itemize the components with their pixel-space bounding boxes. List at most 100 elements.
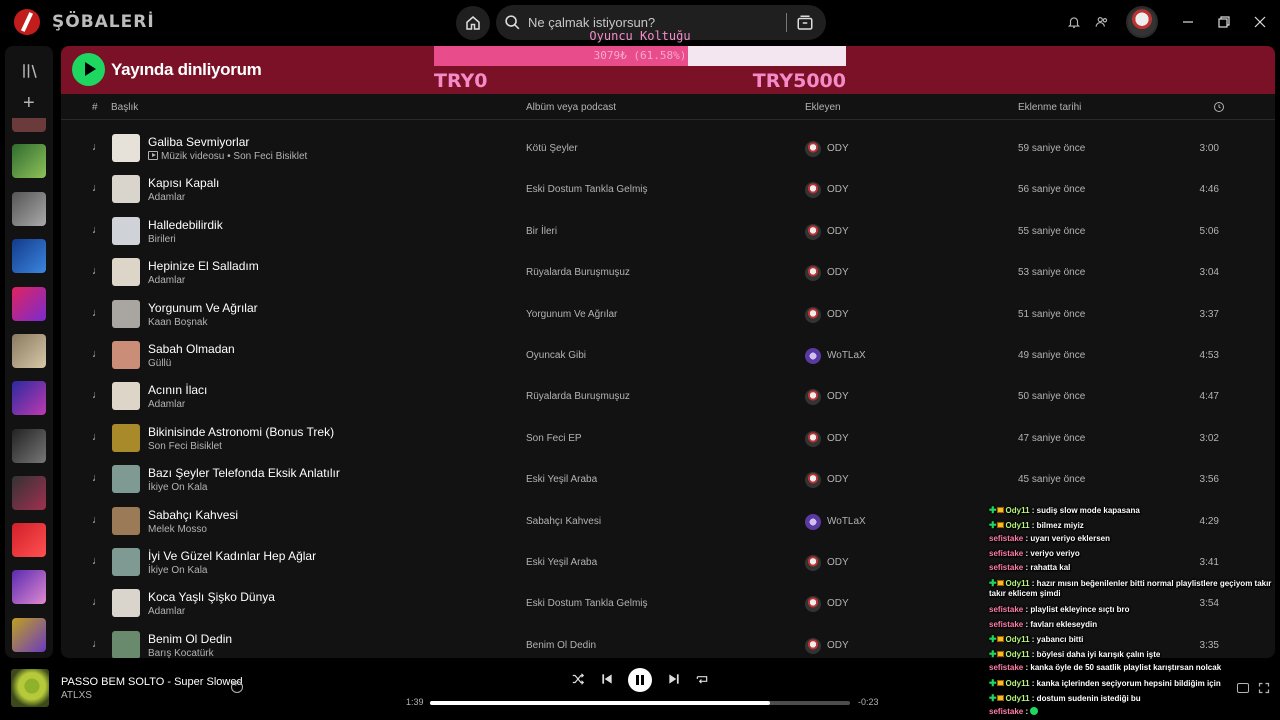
track-artist[interactable]: Birileri	[148, 234, 176, 245]
track-added-by[interactable]: ODY	[827, 557, 849, 568]
track-album[interactable]: Kötü Şeyler	[526, 143, 578, 154]
sidebar-playlist[interactable]	[12, 618, 46, 652]
track-album[interactable]: Benim Ol Dedin	[526, 640, 596, 651]
track-added-by[interactable]: ODY	[827, 391, 849, 402]
sidebar-playlist[interactable]	[12, 570, 46, 604]
track-album[interactable]: Sabahçı Kahvesi	[526, 516, 601, 527]
track-title[interactable]: Galiba Sevmiyorlar	[148, 135, 249, 149]
sidebar-playlist[interactable]	[12, 144, 46, 178]
sidebar-playlist[interactable]	[12, 476, 46, 510]
track-album[interactable]: Eski Dostum Tankla Gelmiş	[526, 598, 648, 609]
track-cover[interactable]	[112, 506, 140, 535]
track-album[interactable]: Yorgunum Ve Ağrılar	[526, 309, 617, 320]
now-playing-cover[interactable]	[11, 669, 49, 707]
track-album[interactable]: Son Feci EP	[526, 433, 582, 444]
track-cover[interactable]	[112, 175, 140, 204]
previous-icon[interactable]	[600, 672, 614, 686]
track-added-by[interactable]: ODY	[827, 474, 849, 485]
col-album[interactable]: Albüm veya podcast	[526, 102, 616, 113]
track-title[interactable]: Kapısı Kapalı	[148, 176, 219, 190]
track-artist[interactable]: Kaan Boşnak	[148, 317, 208, 328]
track-cover[interactable]	[112, 465, 140, 494]
track-artist-name[interactable]: Barış Kocatürk	[148, 648, 214, 658]
track-album[interactable]: Eski Yeşil Araba	[526, 474, 597, 485]
table-row[interactable]: ♩ Halledebilirdik Birileri Bir İleri ODY 55 s…	[61, 211, 1275, 252]
sidebar-playlist[interactable]	[12, 429, 46, 463]
close-icon[interactable]	[1253, 15, 1267, 29]
next-icon[interactable]	[667, 672, 681, 686]
track-cover[interactable]	[112, 548, 140, 576]
track-added-by[interactable]: ODY	[827, 226, 849, 237]
table-row[interactable]: ♩ Kapısı Kapalı Adamlar Eski Dostum Tankla …	[61, 169, 1275, 210]
track-cover[interactable]	[112, 134, 140, 162]
track-artist-name[interactable]: İkiye On Kala	[148, 565, 207, 576]
track-artist[interactable]: Barış Kocatürk	[148, 648, 214, 658]
table-row[interactable]: ♩ Sabah Olmadan Güllü Oyuncak Gibi WoTLaX 49 …	[61, 335, 1275, 376]
track-album[interactable]: Rüyalarda Buruşmuşuz	[526, 267, 630, 278]
col-added-at[interactable]: Eklenme tarihi	[1018, 102, 1081, 113]
track-album[interactable]: Eski Dostum Tankla Gelmiş	[526, 184, 648, 195]
friends-icon[interactable]	[1095, 15, 1109, 29]
sidebar-playlist[interactable]	[12, 334, 46, 368]
now-playing-artist[interactable]: ATLXS	[61, 690, 92, 701]
track-cover[interactable]	[112, 423, 140, 452]
minimize-icon[interactable]	[1181, 15, 1195, 29]
sidebar-playlist[interactable]	[12, 239, 46, 273]
track-title[interactable]: Benim Ol Dedin	[148, 632, 232, 646]
track-cover[interactable]	[112, 299, 140, 328]
track-title[interactable]: Acının İlacı	[148, 383, 207, 397]
track-artist-name[interactable]: Kaan Boşnak	[148, 317, 208, 328]
restore-icon[interactable]	[1217, 15, 1231, 29]
shuffle-icon[interactable]	[571, 672, 585, 686]
now-playing-title[interactable]: PASSO BEM SOLTO - Super Slowed	[61, 676, 243, 688]
track-artist[interactable]: Melek Mosso	[148, 524, 207, 535]
track-cover[interactable]	[112, 216, 140, 245]
track-title[interactable]: Sabahçı Kahvesi	[148, 508, 238, 522]
pause-button[interactable]	[628, 668, 652, 692]
track-title[interactable]: İyi Ve Güzel Kadınlar Hep Ağlar	[148, 549, 316, 563]
track-artist[interactable]: Güllü	[148, 358, 171, 369]
table-row[interactable]: ♩ Bazı Şeyler Telefonda Eksik Anlatılır İk…	[61, 459, 1275, 500]
track-added-by[interactable]: ODY	[827, 267, 849, 278]
track-added-by[interactable]: ODY	[827, 640, 849, 651]
track-added-by[interactable]: WoTLaX	[827, 516, 866, 527]
track-artist-name[interactable]: Melek Mosso	[148, 524, 207, 535]
track-cover[interactable]	[112, 630, 140, 658]
track-artist[interactable]: Adamlar	[148, 606, 185, 617]
track-added-by[interactable]: ODY	[827, 184, 849, 195]
create-playlist-icon[interactable]: +	[23, 93, 35, 113]
track-cover[interactable]	[112, 341, 140, 369]
table-row[interactable]: ♩ Galiba Sevmiyorlar Müzik videosu • Son F…	[61, 128, 1275, 169]
track-title[interactable]: Hepinize El Salladım	[148, 259, 259, 273]
track-artist[interactable]: İkiye On Kala	[148, 482, 207, 493]
track-artist[interactable]: Adamlar	[148, 192, 185, 203]
table-row[interactable]: ♩ Bikinisinde Astronomi (Bonus Trek) Son F…	[61, 418, 1275, 459]
table-row[interactable]: ♩ Hepinize El Salladım Adamlar Rüyalarda Bu…	[61, 252, 1275, 293]
sidebar-playlist[interactable]	[12, 118, 46, 132]
track-artist-name[interactable]: Güllü	[148, 358, 171, 369]
track-added-by[interactable]: WoTLaX	[827, 350, 866, 361]
track-added-by[interactable]: ODY	[827, 143, 849, 154]
table-row[interactable]: ♩ Yorgunum Ve Ağrılar Kaan Boşnak Yorgunum …	[61, 294, 1275, 335]
track-artist-name[interactable]: Son Feci Bisiklet	[148, 441, 222, 452]
sidebar-playlist[interactable]	[12, 287, 46, 321]
sidebar-playlist[interactable]	[12, 192, 46, 226]
track-cover[interactable]	[112, 258, 140, 287]
track-added-by[interactable]: ODY	[827, 433, 849, 444]
track-album[interactable]: Bir İleri	[526, 226, 557, 237]
track-title[interactable]: Bazı Şeyler Telefonda Eksik Anlatılır	[148, 466, 340, 480]
track-artist[interactable]: İkiye On Kala	[148, 565, 207, 576]
track-cover[interactable]	[112, 382, 140, 411]
track-artist-name[interactable]: Adamlar	[148, 606, 185, 617]
track-title[interactable]: Sabah Olmadan	[148, 342, 235, 356]
user-avatar[interactable]	[1126, 6, 1158, 38]
track-artist-name[interactable]: Adamlar	[148, 192, 185, 203]
playback-progress-bar[interactable]	[430, 701, 850, 705]
add-to-library-button[interactable]	[231, 679, 243, 693]
track-added-by[interactable]: ODY	[827, 309, 849, 320]
track-artist[interactable]: Müzik videosu • Son Feci Bisiklet	[148, 151, 307, 162]
track-artist-name[interactable]: İkiye On Kala	[148, 482, 207, 493]
track-artist-name[interactable]: Birileri	[148, 234, 176, 245]
col-title[interactable]: Başlık	[111, 102, 138, 113]
track-title[interactable]: Yorgunum Ve Ağrılar	[148, 301, 258, 315]
